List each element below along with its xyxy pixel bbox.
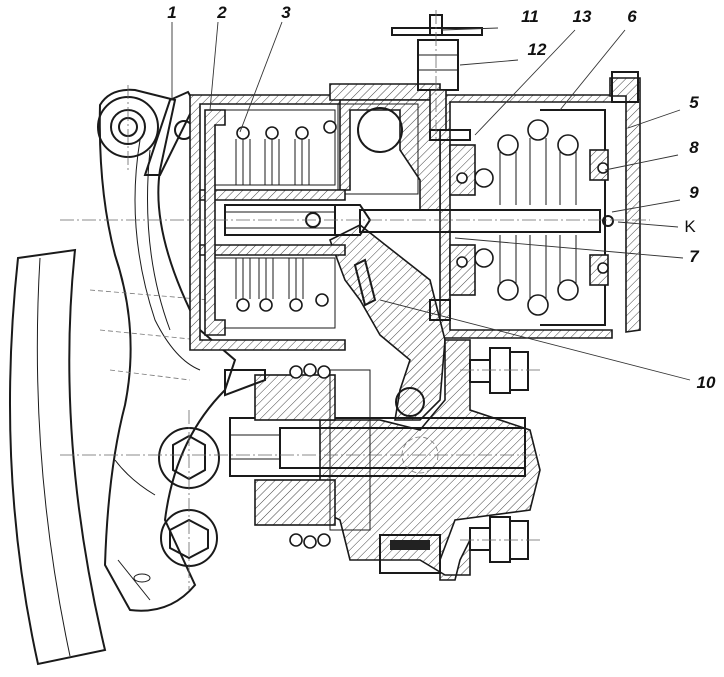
label-12: 12 [528,40,547,59]
label-7: 7 [689,247,700,266]
drum-segment [9,248,107,666]
label-10: 10 [697,373,716,392]
right-spring-pack [449,109,614,326]
lower-shaft-assembly [224,339,541,581]
label-11: 11 [521,7,539,26]
valve-block [337,99,441,211]
mechanism-cross-section: 1 2 3 11 13 6 12 5 8 9 K 7 10 [9,3,716,666]
label-1: 1 [167,3,176,22]
bolt-right-upper [469,347,529,394]
label-9: 9 [689,183,699,202]
lever-arm [328,224,446,421]
pivot-eye [97,90,197,176]
right-coils [474,119,579,316]
label-13: 13 [573,7,592,26]
bolt-right-lower [469,516,529,563]
label-K: K [684,217,696,236]
technical-drawing: 1 2 3 11 13 6 12 5 8 9 K 7 10 [0,0,724,677]
label-5: 5 [689,93,699,112]
left-coils-top [235,120,337,312]
label-2: 2 [216,3,227,22]
label-8: 8 [689,138,699,157]
left-spring-pack [199,109,346,336]
label-3: 3 [281,3,291,22]
label-6: 6 [627,7,637,26]
